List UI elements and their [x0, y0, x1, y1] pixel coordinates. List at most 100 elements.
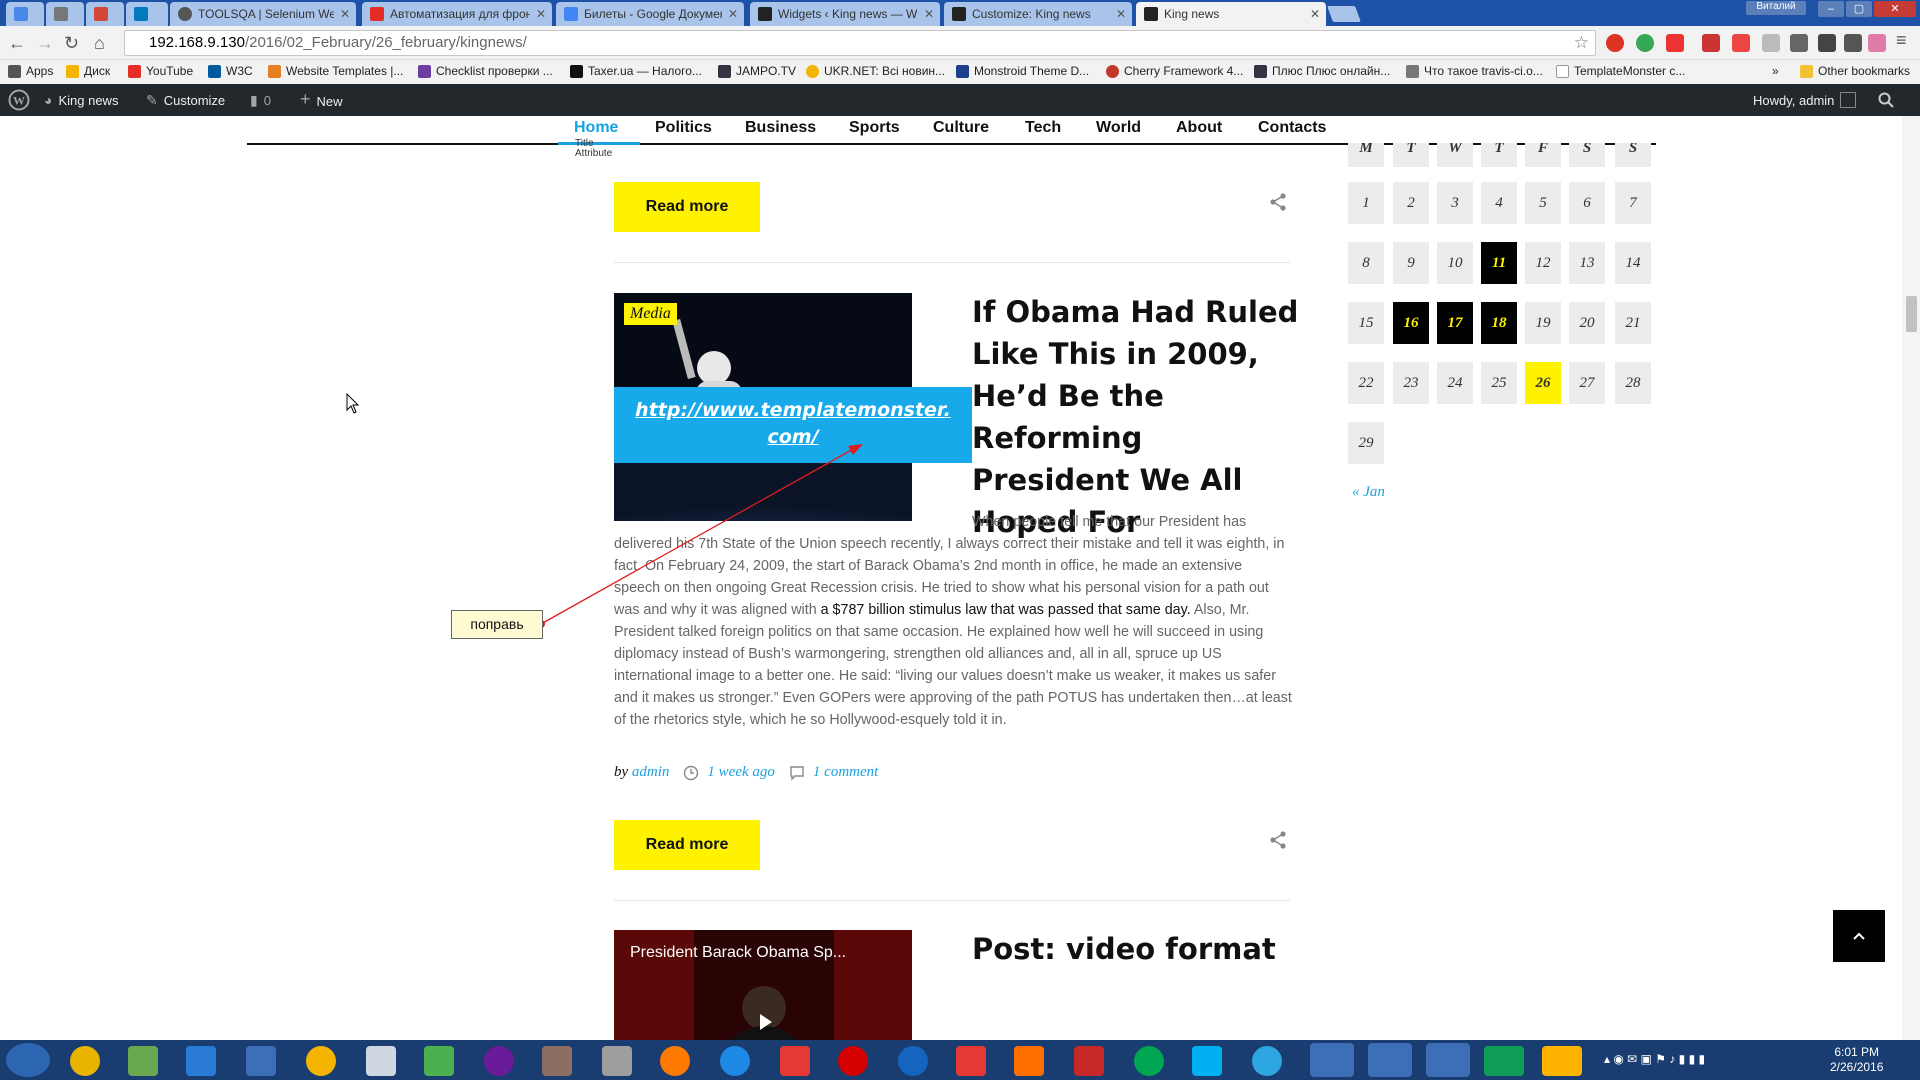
bookmarks-overflow-button[interactable]: » — [1772, 64, 1779, 78]
nav-item-tech[interactable]: Tech — [1025, 119, 1061, 137]
post-title[interactable]: Post: video format — [972, 932, 1276, 966]
bookmark-item[interactable]: W3C — [208, 64, 253, 78]
bookmark-item[interactable]: Monstroid Theme D... — [956, 64, 1089, 78]
bookmark-star-icon[interactable]: ☆ — [1574, 31, 1589, 55]
extension-icon[interactable] — [1762, 34, 1780, 52]
post-format-badge[interactable]: Media — [624, 303, 677, 325]
app-taskbar-icon[interactable] — [246, 1046, 276, 1076]
app-taskbar-icon[interactable] — [484, 1046, 514, 1076]
hangouts-taskbar-icon[interactable] — [1484, 1046, 1524, 1076]
calendar-prev-month-link[interactable]: « Jan — [1352, 484, 1385, 501]
comments-link[interactable]: 1 comment — [813, 764, 878, 781]
yandex-taskbar-icon[interactable] — [780, 1046, 810, 1076]
post-title[interactable]: If Obama Had Ruled Like This in 2009, He… — [972, 291, 1302, 543]
profile-badge[interactable]: Виталий — [1746, 1, 1806, 15]
reload-icon[interactable]: ↻ — [64, 33, 79, 54]
admin-site-link[interactable]: ◕ King news — [44, 92, 118, 108]
url-input[interactable]: 192.168.9.130/2016/02_February/26_februa… — [124, 30, 1596, 56]
calendar-day-today[interactable]: 26 — [1525, 362, 1561, 404]
app-taskbar-icon[interactable] — [306, 1046, 336, 1076]
browser-tab[interactable]: Widgets ‹ King news — W ✕ — [750, 2, 940, 26]
share-icon[interactable] — [1268, 192, 1288, 212]
bookmark-item[interactable]: TemplateMonster c... — [1556, 64, 1685, 78]
app-taskbar-icon[interactable] — [898, 1046, 928, 1076]
browser-tab[interactable]: Автоматизация для фрон ✕ — [362, 2, 552, 26]
system-tray[interactable]: ▴ ◉ ✉ ▣ ⚑ ♪ ▮ ▮ ▮ — [1604, 1052, 1804, 1068]
admin-customize-link[interactable]: ✎ Customize — [146, 92, 225, 109]
adblock-extension-icon[interactable] — [1606, 34, 1624, 52]
app-taskbar-icon[interactable] — [128, 1046, 158, 1076]
skype-taskbar-icon[interactable] — [1192, 1046, 1222, 1076]
extension-icon[interactable] — [1702, 34, 1720, 52]
firefox-taskbar-icon[interactable] — [660, 1046, 690, 1076]
browser-tab[interactable] — [6, 2, 44, 26]
window-close-button[interactable]: ✕ — [1874, 1, 1916, 17]
opera-taskbar-icon[interactable] — [838, 1046, 868, 1076]
browser-tab[interactable] — [46, 2, 84, 26]
stimulus-link[interactable]: a $787 billion stimulus law that was pas… — [821, 602, 1191, 618]
extension-icon[interactable] — [1636, 34, 1654, 52]
nav-item-world[interactable]: World — [1096, 119, 1141, 137]
mail-icon[interactable] — [1844, 34, 1862, 52]
nav-item-business[interactable]: Business — [745, 119, 816, 137]
minimize-button[interactable]: – — [1818, 1, 1844, 17]
bookmark-item[interactable]: Checklist проверки ... — [418, 64, 553, 78]
gear-icon[interactable] — [1818, 34, 1836, 52]
browser-tab[interactable]: Билеты - Google Докумен ✕ — [556, 2, 744, 26]
extension-icon[interactable] — [1666, 34, 1684, 52]
nav-item-contacts[interactable]: Contacts — [1258, 119, 1326, 137]
start-button[interactable] — [6, 1043, 50, 1077]
nav-item-about[interactable]: About — [1176, 119, 1222, 137]
home-icon[interactable]: ⌂ — [94, 33, 105, 54]
close-icon[interactable]: ✕ — [1116, 7, 1126, 21]
app-taskbar-icon[interactable] — [1368, 1043, 1412, 1077]
extension-icon[interactable] — [1868, 34, 1886, 52]
browser-tab-active[interactable]: King news ✕ — [1136, 2, 1326, 26]
extension-icon[interactable] — [1732, 34, 1750, 52]
search-icon[interactable] — [1878, 92, 1894, 108]
bookmark-item[interactable]: UKR.NET: Всі новин... — [806, 64, 945, 78]
close-icon[interactable]: ✕ — [340, 7, 350, 21]
browser-tab[interactable] — [126, 2, 168, 26]
bookmark-item[interactable]: Website Templates |... — [268, 64, 403, 78]
app-taskbar-icon[interactable] — [1014, 1046, 1044, 1076]
author-link[interactable]: admin — [632, 764, 670, 781]
admin-account-menu[interactable]: Howdy, admin — [1753, 92, 1857, 108]
read-more-button[interactable]: Read more — [614, 820, 760, 870]
nav-item-home[interactable]: Home — [574, 119, 618, 137]
forward-arrow-icon[interactable]: → — [36, 33, 54, 54]
app-taskbar-icon[interactable] — [1134, 1046, 1164, 1076]
bookmark-item[interactable]: Taxer.ua — Налого... — [570, 64, 702, 78]
close-icon[interactable]: ✕ — [728, 7, 738, 21]
telegram-taskbar-icon[interactable] — [1252, 1046, 1282, 1076]
app-taskbar-icon[interactable] — [1542, 1046, 1582, 1076]
calendar-day-with-posts[interactable]: 11 — [1481, 242, 1517, 284]
explorer-taskbar-icon[interactable] — [1426, 1043, 1470, 1077]
scrollbar-thumb[interactable] — [1906, 296, 1917, 332]
calendar-day-with-posts[interactable]: 18 — [1481, 302, 1517, 344]
chrome-taskbar-icon[interactable] — [70, 1046, 100, 1076]
bookmark-item[interactable]: JAMPO.TV — [718, 64, 796, 78]
bookmark-item[interactable]: Apps — [8, 64, 53, 78]
vivaldi-taskbar-icon[interactable] — [956, 1046, 986, 1076]
templatemonster-link[interactable]: http://www.templatemonster. com/ — [614, 387, 972, 463]
menu-icon[interactable]: ≡ — [1896, 30, 1907, 51]
nav-item-politics[interactable]: Politics — [655, 119, 712, 137]
maximize-button[interactable]: ▢ — [1846, 1, 1872, 17]
ie-taskbar-icon[interactable] — [720, 1046, 750, 1076]
bookmark-item[interactable]: Диск — [66, 64, 110, 78]
close-icon[interactable]: ✕ — [536, 7, 546, 21]
app-taskbar-icon[interactable] — [1074, 1046, 1104, 1076]
bookmark-item[interactable]: Cherry Framework 4... — [1106, 64, 1243, 78]
page-scrollbar[interactable] — [1902, 116, 1920, 1040]
nav-item-sports[interactable]: Sports — [849, 119, 900, 137]
close-icon[interactable]: ✕ — [1310, 7, 1320, 21]
read-more-button[interactable]: Read more — [614, 182, 760, 232]
browser-tab[interactable] — [86, 2, 124, 26]
app-taskbar-icon[interactable] — [542, 1046, 572, 1076]
browser-tab[interactable]: Customize: King news ✕ — [944, 2, 1132, 26]
browser-tab[interactable]: TOOLSQA | Selenium Web ✕ — [170, 2, 356, 26]
chrome-taskbar-icon-active[interactable] — [1310, 1043, 1354, 1077]
bookmark-item[interactable]: YouTube — [128, 64, 193, 78]
post-date-link[interactable]: 1 week ago — [707, 764, 774, 781]
